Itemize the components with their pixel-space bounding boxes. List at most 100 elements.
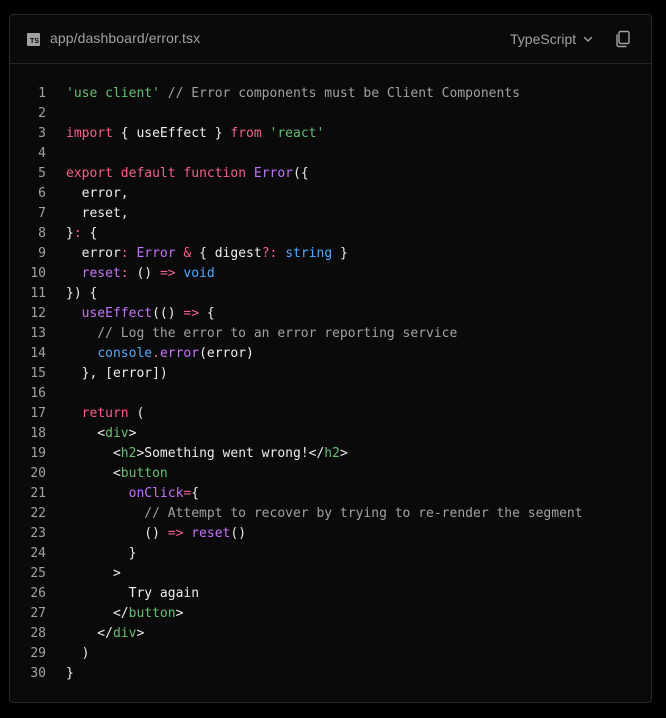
code-line: 1 'use client' // Error components must b… <box>10 84 651 104</box>
line-number: 17 <box>30 406 46 421</box>
code-token: export <box>66 166 113 181</box>
language-selector[interactable]: TypeScript <box>510 29 594 49</box>
line-text: }, [error]) <box>46 364 168 384</box>
line-number: 27 <box>30 606 46 621</box>
code-block: TS app/dashboard/error.tsx TypeScript 1 '… <box>9 14 652 703</box>
code-token: > <box>136 626 145 641</box>
code-token: }, [error]) <box>66 366 168 381</box>
line-text: // Attempt to recover by trying to re-re… <box>46 504 583 524</box>
code-token: . <box>152 346 160 361</box>
line-text: </div> <box>46 624 144 644</box>
code-token: { <box>191 486 200 501</box>
code-token: button <box>120 466 168 481</box>
code-token: > <box>66 566 121 581</box>
code-token: // Log the error to an error reporting s… <box>66 326 458 341</box>
line-text <box>46 104 66 124</box>
code-token: from <box>230 126 262 141</box>
file-name: app/dashboard/error.tsx <box>50 30 201 46</box>
line-number: 4 <box>38 146 46 161</box>
code-line: 11}) { <box>10 284 651 304</box>
line-number: 29 <box>30 646 46 661</box>
code-token: Error <box>253 166 294 181</box>
code-token: < <box>66 426 106 441</box>
line-number: 16 <box>30 386 46 401</box>
code-token: reset <box>191 526 231 541</box>
code-token: 'react' <box>269 126 325 141</box>
line-number: 22 <box>30 506 46 521</box>
code-line: 3 import { useEffect } from 'react' <box>10 124 651 144</box>
code-token: Try again <box>66 586 200 601</box>
code-token: ( <box>128 406 145 421</box>
line-number: 2 <box>38 106 46 121</box>
chevron-down-icon <box>583 36 593 42</box>
line-text: <button <box>46 464 168 484</box>
code-line: 8}: { <box>10 224 651 244</box>
code-token: > <box>339 446 348 461</box>
code-line: 24 } <box>10 544 651 564</box>
line-text <box>46 144 66 164</box>
code-token: : <box>120 246 129 261</box>
line-number: 28 <box>30 626 46 641</box>
code-line: 14 console.error(error) <box>10 344 651 364</box>
line-text: reset, <box>46 204 129 224</box>
code-token: >Something went wrong!</ <box>136 446 325 461</box>
line-number: 26 <box>30 586 46 601</box>
line-text: }) { <box>46 284 97 304</box>
code-token: // Error components must be Client Compo… <box>167 86 520 101</box>
code-token: error <box>159 346 200 361</box>
code-token: > <box>128 426 137 441</box>
code-token: { digest <box>191 246 262 261</box>
code-token: (error) <box>199 346 254 361</box>
code-line: 28 </div> <box>10 624 651 644</box>
copy-icon[interactable] <box>613 29 633 49</box>
line-number: 23 <box>30 526 46 541</box>
code-line: 20 <button <box>10 464 651 484</box>
code-token: (() <box>152 306 184 321</box>
code-line: 16 <box>10 384 651 404</box>
code-token: import <box>66 126 113 141</box>
code-token: error, <box>66 186 129 201</box>
code-token: default <box>120 166 176 181</box>
code-token: div <box>105 426 129 441</box>
code-line: 19 <h2>Something went wrong!</h2> <box>10 444 651 464</box>
code-token: () <box>230 526 247 541</box>
line-text: return ( <box>46 404 145 424</box>
code-token: () <box>66 526 168 541</box>
line-text: onClick={ <box>46 484 199 504</box>
code-token: 'use client' <box>66 86 160 101</box>
line-number: 24 <box>30 546 46 561</box>
code-block-header: TS app/dashboard/error.tsx TypeScript <box>10 15 651 64</box>
line-text: import { useEffect } from 'react' <box>46 124 324 144</box>
code-token: > <box>175 606 184 621</box>
code-token: ({ <box>293 166 309 181</box>
line-text <box>46 384 66 404</box>
code-token: { <box>199 306 215 321</box>
code-line: 6 error, <box>10 184 651 204</box>
line-number: 19 <box>30 446 46 461</box>
line-number: 20 <box>30 466 46 481</box>
line-number: 14 <box>30 346 46 361</box>
line-number: 1 <box>38 86 46 101</box>
line-text: () => reset() <box>46 524 246 544</box>
line-text: </button> <box>46 604 183 624</box>
line-number: 10 <box>30 266 46 281</box>
code-token: div <box>112 626 137 641</box>
line-text: error, <box>46 184 129 204</box>
line-number: 3 <box>38 126 46 141</box>
code-line: 5 export default function Error({ <box>10 164 651 184</box>
code-token: } <box>66 546 137 561</box>
code-line: 29 ) <box>10 644 651 664</box>
line-number: 13 <box>30 326 46 341</box>
line-number: 25 <box>30 566 46 581</box>
code-token: // Attempt to recover by trying to re-re… <box>66 506 583 521</box>
code-token: console <box>97 346 153 361</box>
code-token: reset, <box>66 206 129 221</box>
